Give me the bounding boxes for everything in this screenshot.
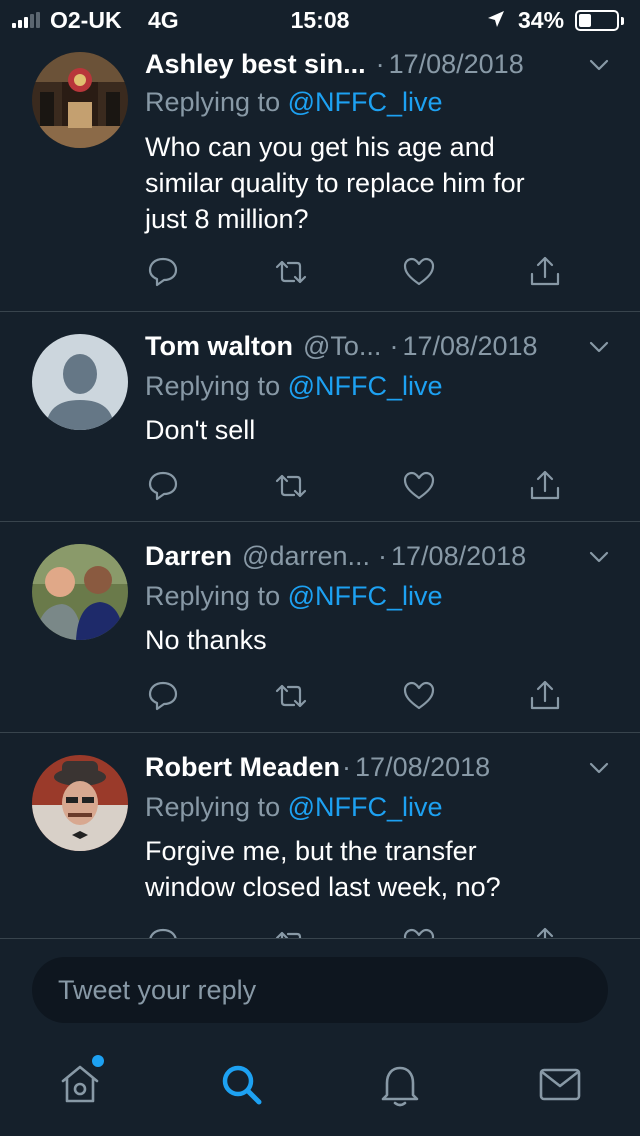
tweet-text: Don't sell [145, 412, 605, 448]
author-handle[interactable]: @To... [303, 331, 381, 362]
tweet-header: Ashley best sin... · 17/08/2018 [145, 46, 612, 82]
tweet-header: Darren @darren... · 17/08/2018 [145, 538, 612, 574]
tweet-text-line: No thanks [145, 625, 267, 655]
avatar[interactable] [32, 755, 128, 851]
battery-icon [575, 10, 619, 31]
tweet-text: Forgive me, but the transfer window clos… [145, 833, 605, 905]
share-icon[interactable] [527, 678, 563, 714]
battery-nub [621, 17, 624, 25]
chevron-down-icon[interactable] [588, 54, 610, 76]
reply-icon[interactable] [145, 468, 181, 504]
replying-prefix: Replying to [145, 371, 288, 401]
replying-prefix: Replying to [145, 792, 288, 822]
chevron-down-icon[interactable] [588, 757, 610, 779]
retweet-icon[interactable] [273, 468, 309, 504]
retweet-icon[interactable] [273, 254, 309, 290]
tweet-actions [145, 678, 575, 718]
chevron-down-icon[interactable] [588, 546, 610, 568]
avatar[interactable] [32, 334, 128, 430]
tweet-text-line: Forgive me, but the transfer [145, 836, 477, 866]
battery-percent: 34% [518, 7, 565, 33]
tweet-date: 17/08/2018 [388, 48, 524, 79]
battery-level [579, 14, 591, 27]
separator: · [389, 330, 399, 361]
avatar[interactable] [32, 544, 128, 640]
share-icon[interactable] [527, 254, 563, 290]
author-handle[interactable]: @darren... [242, 541, 370, 572]
separator: · [378, 540, 388, 571]
notifications-icon[interactable] [375, 1059, 425, 1109]
tweet-text-line: similar quality to replace him for [145, 168, 525, 198]
search-icon[interactable] [216, 1059, 266, 1109]
author-name[interactable]: Tom walton [145, 331, 293, 362]
replying-to: Replying to @NFFC_live [145, 371, 443, 402]
like-icon[interactable] [401, 468, 437, 504]
separator: · [375, 48, 385, 79]
tweet-text-line: Don't sell [145, 415, 256, 445]
tweet-actions [145, 254, 575, 294]
mention-link[interactable]: @NFFC_live [288, 371, 443, 401]
tweet-text-line: Who can you get his age and [145, 132, 495, 162]
mention-link[interactable]: @NFFC_live [288, 87, 443, 117]
replying-to: Replying to @NFFC_live [145, 87, 443, 118]
status-bar: O2-UK 4G 15:08 34% [0, 0, 640, 40]
messages-icon[interactable] [535, 1059, 585, 1109]
like-icon[interactable] [401, 678, 437, 714]
separator: · [342, 751, 352, 782]
replying-prefix: Replying to [145, 581, 288, 611]
mention-link[interactable]: @NFFC_live [288, 581, 443, 611]
tweet-text-line: just 8 million? [145, 204, 309, 234]
tweet-text: No thanks [145, 622, 605, 658]
tweet-date: 17/08/2018 [391, 540, 527, 571]
retweet-icon[interactable] [273, 678, 309, 714]
tweet-date: 17/08/2018 [355, 751, 491, 782]
tweet-reply-input[interactable]: Tweet your reply [32, 957, 608, 1023]
reply-icon[interactable] [145, 254, 181, 290]
tweet-header: Tom walton @To... · 17/08/2018 [145, 328, 612, 364]
mention-link[interactable]: @NFFC_live [288, 792, 443, 822]
author-name[interactable]: Ashley best sin... [145, 49, 366, 80]
tweet-text: Who can you get his age and similar qual… [145, 129, 605, 237]
chevron-down-icon[interactable] [588, 336, 610, 358]
tweet-reply[interactable]: Tom walton @To... · 17/08/2018 Replying … [0, 312, 640, 522]
bottom-bar: Tweet your reply [0, 938, 640, 1136]
avatar[interactable] [32, 52, 128, 148]
author-name[interactable]: Robert Meaden [145, 752, 340, 783]
tweet-header: Robert Meaden · 17/08/2018 [145, 749, 612, 785]
replying-prefix: Replying to [145, 87, 288, 117]
reply-icon[interactable] [145, 678, 181, 714]
tweet-text-line: window closed last week, no? [145, 872, 501, 902]
like-icon[interactable] [401, 254, 437, 290]
tweet-date: 17/08/2018 [402, 330, 538, 361]
tweet-reply[interactable]: Darren @darren... · 17/08/2018 Replying … [0, 522, 640, 733]
replying-to: Replying to @NFFC_live [145, 792, 443, 823]
new-content-dot [92, 1055, 104, 1067]
replying-to: Replying to @NFFC_live [145, 581, 443, 612]
location-arrow-icon [488, 11, 504, 27]
tweet-actions [145, 468, 575, 508]
tweet-reply[interactable]: Ashley best sin... · 17/08/2018 Replying… [0, 40, 640, 312]
author-name[interactable]: Darren [145, 541, 232, 572]
share-icon[interactable] [527, 468, 563, 504]
